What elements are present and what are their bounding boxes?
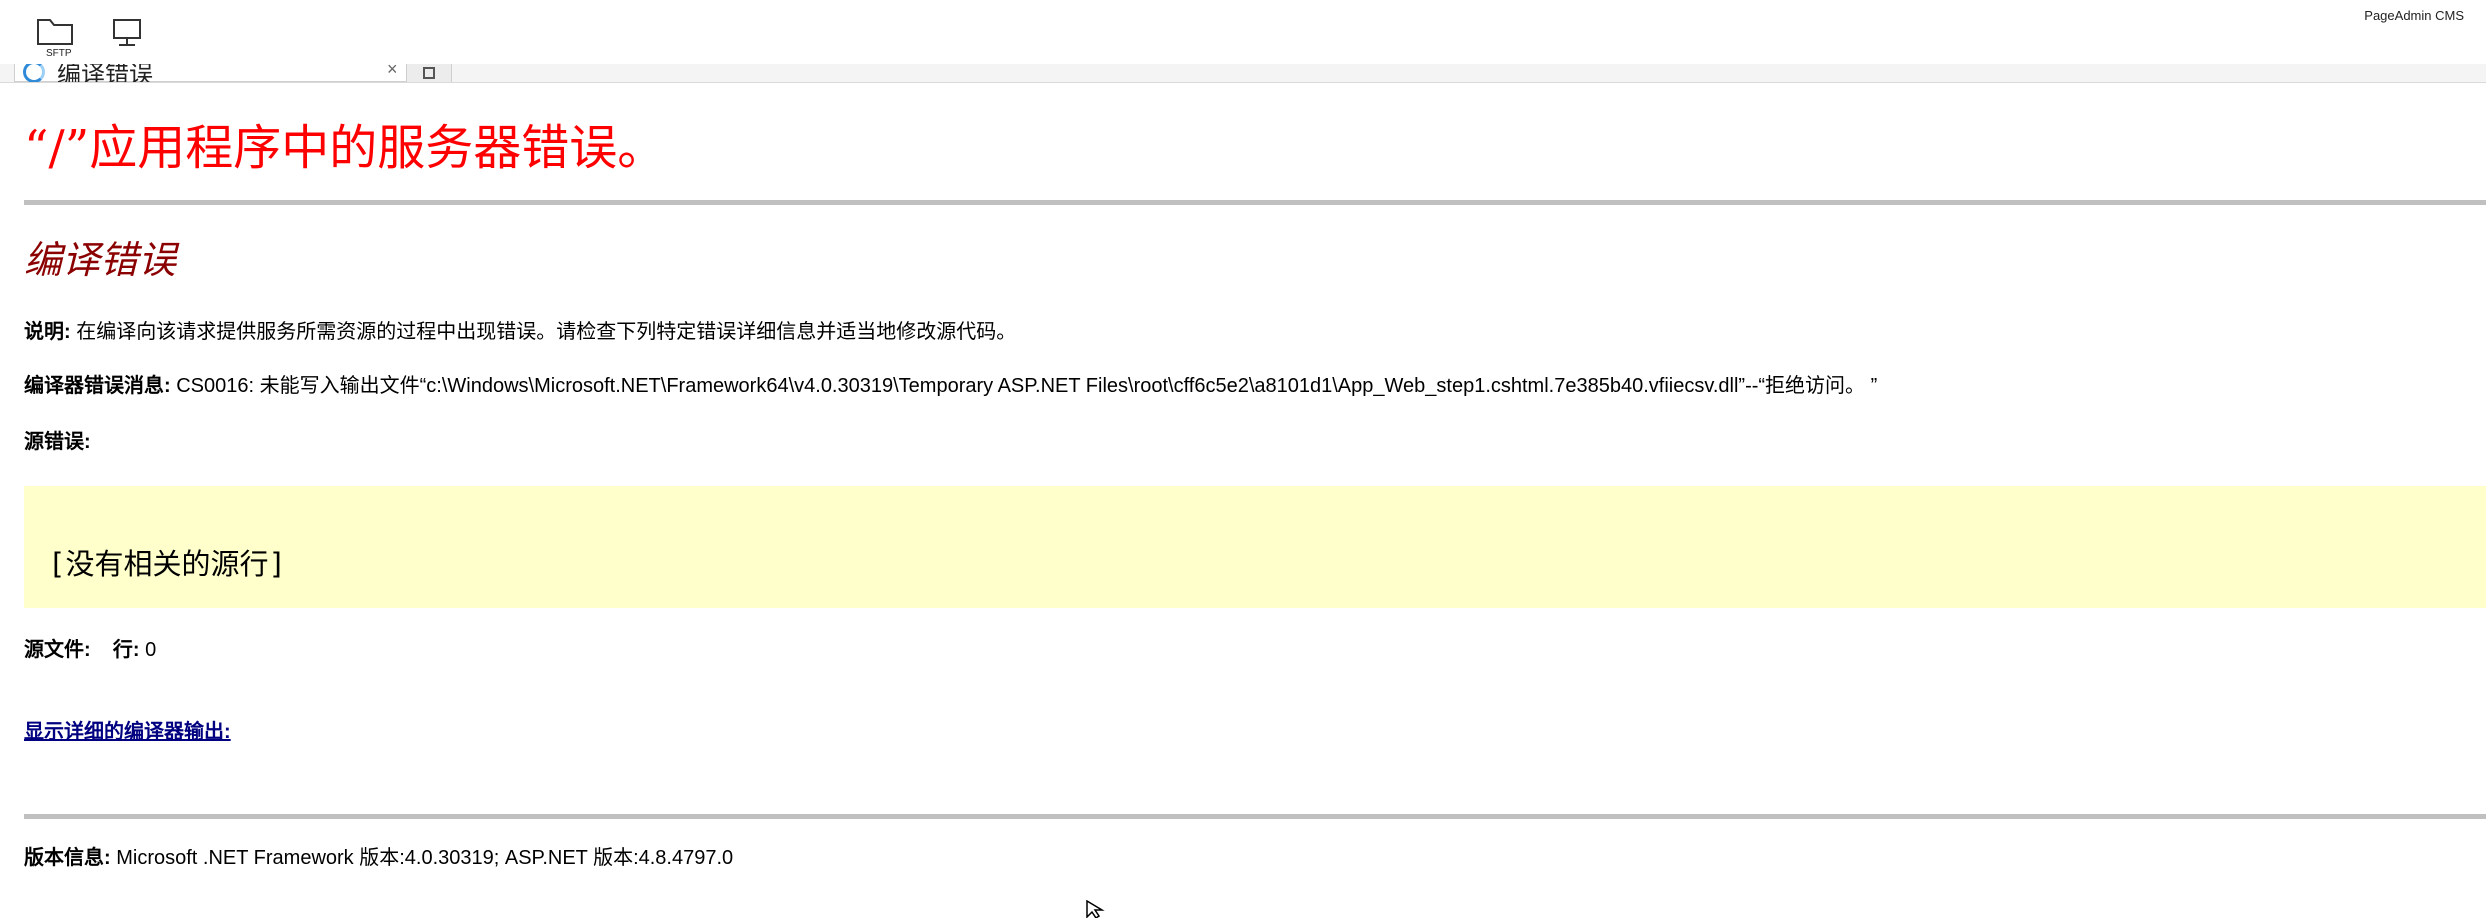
new-tab-icon <box>423 67 435 79</box>
show-compiler-output-link[interactable]: 显示详细的编译器输出: <box>24 718 231 746</box>
compiler-message-label: 编译器错误消息: <box>24 375 171 397</box>
source-error-label: 源错误: <box>24 431 91 453</box>
sftp-button[interactable]: SFTP <box>34 14 78 58</box>
source-error-line: 源错误: <box>24 428 91 456</box>
browser-icon <box>23 64 45 82</box>
compiler-message-line: 编译器错误消息: CS0016: 未能写入输出文件“c:\Windows\Mic… <box>24 372 1877 400</box>
source-file-label: 源文件: <box>24 639 91 661</box>
new-tab-button[interactable] <box>406 64 452 82</box>
source-file-line: 源文件: 行: 0 <box>24 636 156 664</box>
divider-bottom <box>24 814 2486 819</box>
version-label: 版本信息: <box>24 847 111 869</box>
divider-top <box>24 200 2486 205</box>
sftp-label: SFTP <box>46 48 72 58</box>
version-line: 版本信息: Microsoft .NET Framework 版本:4.0.30… <box>24 844 733 872</box>
compiler-message-text: CS0016: 未能写入输出文件“c:\Windows\Microsoft.NE… <box>176 375 1878 397</box>
tab-close-icon[interactable]: × <box>387 64 398 79</box>
error-subtitle: 编译错误 <box>24 238 177 282</box>
tab-title: 编译错误 <box>57 64 153 83</box>
sftp-folder-icon: SFTP <box>37 19 73 58</box>
monitor-icon <box>113 19 141 46</box>
tab-compile-error[interactable]: 编译错误 × <box>14 64 408 82</box>
line-label: 行: <box>112 639 140 661</box>
version-text: Microsoft .NET Framework 版本:4.0.30319; A… <box>116 847 734 869</box>
line-value: 0 <box>145 639 157 661</box>
top-toolbar: SFTP PageAdmin CMS <box>0 0 2486 65</box>
description-label: 说明: <box>24 321 71 343</box>
window: SFTP PageAdmin CMS 编译错误 × “/”应用程序中的服务器错误… <box>0 0 2486 918</box>
source-code-text: [没有相关的源行] <box>48 547 286 581</box>
page-title: “/”应用程序中的服务器错误。 <box>24 120 666 176</box>
tab-strip: 编译错误 × <box>0 64 2486 83</box>
app-name: PageAdmin CMS <box>2364 8 2464 23</box>
description-line: 说明: 在编译向该请求提供服务所需资源的过程中出现错误。请检查下列特定错误详细信… <box>24 318 1016 346</box>
description-text: 在编译向该请求提供服务所需资源的过程中出现错误。请检查下列特定错误详细信息并适当… <box>76 321 1017 343</box>
source-code-box: [没有相关的源行] <box>24 486 2486 608</box>
mouse-cursor-icon <box>1086 900 1105 918</box>
remote-desktop-button[interactable] <box>108 14 152 58</box>
